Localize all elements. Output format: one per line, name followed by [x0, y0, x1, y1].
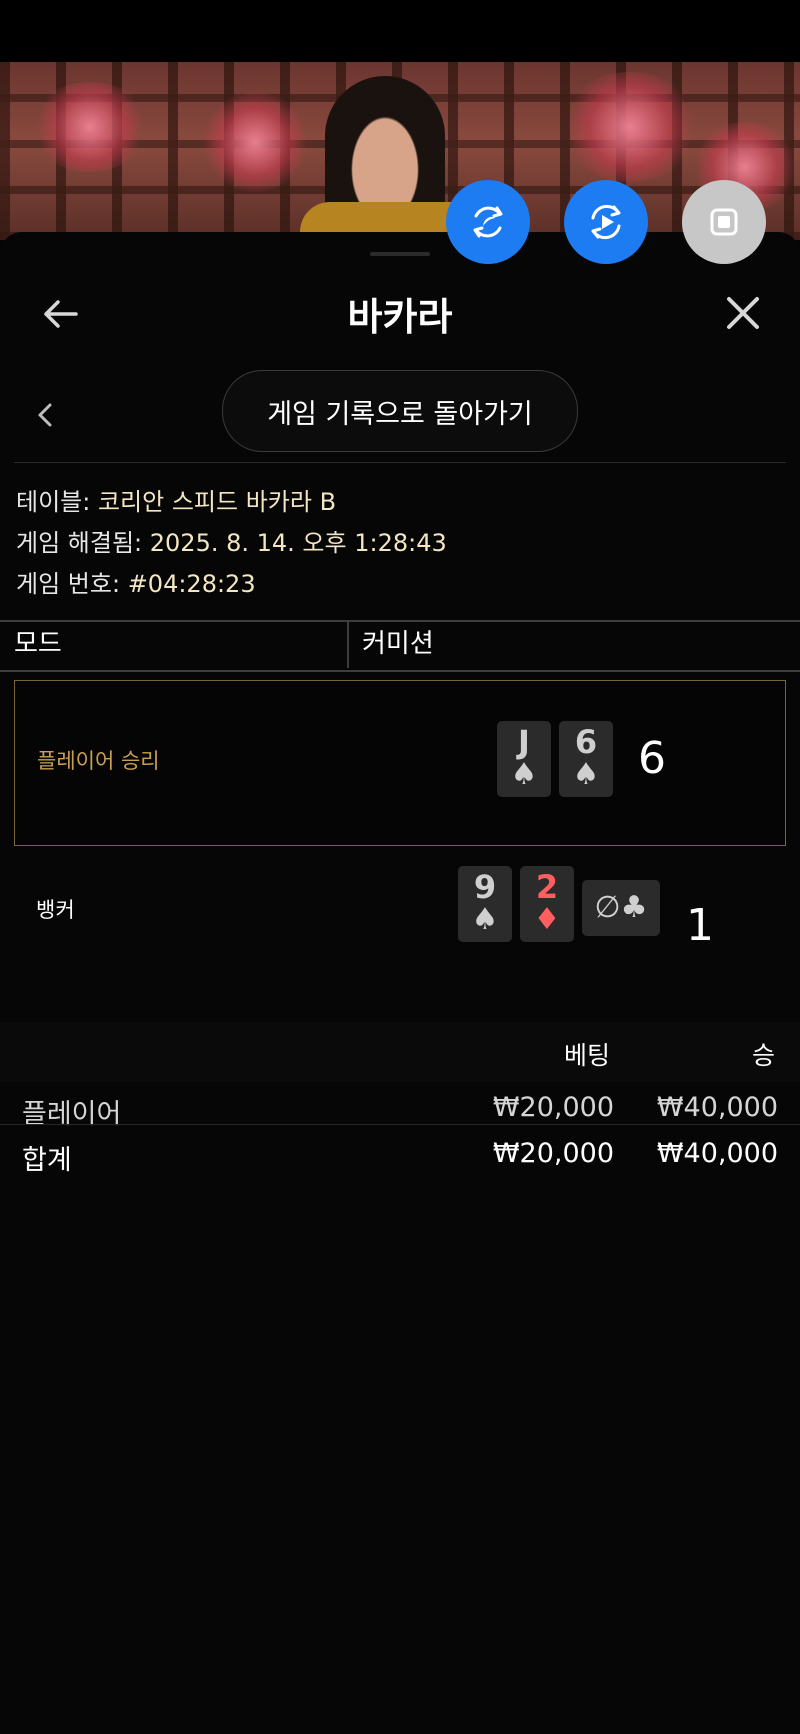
status-bar: [0, 0, 800, 62]
total-label: 합계: [22, 1145, 72, 1176]
live-video-feed: [0, 62, 800, 240]
player-hand: 플레이어 승리 J ♠ 6 ♠ 6: [14, 680, 786, 846]
card-rank: J: [518, 723, 530, 761]
stop-square-icon: [710, 208, 738, 236]
table-label: 테이블:: [16, 488, 91, 516]
bets-header: 베팅 승: [0, 1022, 800, 1082]
game-number-label: 게임 번호:: [16, 570, 121, 598]
sheet-header: 바카라: [0, 268, 800, 358]
total-win-amount: ₩40,000: [656, 1138, 778, 1169]
chevron-left-icon[interactable]: [32, 400, 60, 430]
close-icon[interactable]: [720, 290, 766, 336]
video-blossom: [560, 72, 700, 182]
card-rank: 2: [535, 868, 559, 906]
win-amount: ₩40,000: [656, 1092, 778, 1123]
resolved-label: 게임 해결됨:: [16, 529, 143, 557]
banker-label: 뱅커: [36, 898, 75, 922]
playing-card: 6 ♠: [559, 721, 613, 797]
resolved-info-row: 게임 해결됨: 2025. 8. 14. 오후 1:28:43: [16, 523, 447, 564]
player-result-label: 플레이어 승리: [37, 749, 160, 773]
back-to-history-button[interactable]: 게임 기록으로 돌아가기: [222, 370, 578, 452]
mode-table-divider: [347, 622, 349, 668]
table-info-row: 테이블: 코리안 스피드 바카라 B: [16, 482, 447, 523]
bet-row-label: 플레이어: [22, 1099, 122, 1130]
bet-row: 플레이어 ₩20,000 ₩40,000: [0, 1088, 800, 1132]
spade-icon: ♠: [510, 757, 538, 792]
video-blossom: [30, 82, 150, 172]
banker-hand: 뱅커 9 ♠ 2 ♦ ∅♣ 1: [14, 846, 784, 1012]
game-number-value: #04:28:23: [127, 570, 256, 598]
video-blossom: [200, 92, 310, 192]
rotate-sync-icon: [473, 206, 503, 238]
player-score: 6: [638, 733, 666, 784]
replay-play-icon: [591, 204, 621, 240]
resolved-value: 2025. 8. 14. 오후 1:28:43: [149, 529, 447, 557]
side-card: ∅♣: [582, 880, 660, 936]
replay-button[interactable]: [564, 180, 648, 264]
stop-button[interactable]: [682, 180, 766, 264]
win-column-header: 승: [752, 1041, 776, 1070]
mode-header: 모드: [14, 629, 62, 659]
banker-score: 1: [686, 900, 714, 951]
divider: [14, 462, 786, 463]
total-bet-amount: ₩20,000: [492, 1138, 614, 1169]
total-row: 합계 ₩20,000 ₩40,000: [0, 1134, 800, 1178]
game-number-row: 게임 번호: #04:28:23: [16, 564, 447, 605]
game-detail-sheet: 바카라 게임 기록으로 돌아가기 테이블: 코리안 스피드 바카라 B 게임 해…: [0, 232, 800, 1734]
playing-card: 2 ♦: [520, 866, 574, 942]
rotate-sync-button[interactable]: [446, 180, 530, 264]
side-card-symbol: ∅: [594, 890, 621, 925]
spade-icon: ♠: [471, 902, 499, 937]
history-nav: 게임 기록으로 돌아가기: [0, 370, 800, 460]
playing-card: 9 ♠: [458, 866, 512, 942]
row-divider: [0, 1124, 800, 1125]
table-value: 코리안 스피드 바카라 B: [97, 488, 337, 516]
drag-handle[interactable]: [370, 252, 430, 256]
card-rank: 9: [473, 868, 497, 906]
bet-column-header: 베팅: [564, 1041, 611, 1070]
bet-amount: ₩20,000: [492, 1092, 614, 1123]
card-rank: 6: [574, 723, 598, 761]
diamond-icon: ♦: [533, 902, 561, 937]
playing-card: J ♠: [497, 721, 551, 797]
club-icon: ♣: [620, 890, 648, 925]
commission-header: 커미션: [362, 629, 434, 659]
page-title: 바카라: [347, 295, 453, 339]
spade-icon: ♠: [572, 757, 600, 792]
game-info: 테이블: 코리안 스피드 바카라 B 게임 해결됨: 2025. 8. 14. …: [16, 482, 447, 605]
mode-table: 모드 커미션: [0, 620, 800, 672]
